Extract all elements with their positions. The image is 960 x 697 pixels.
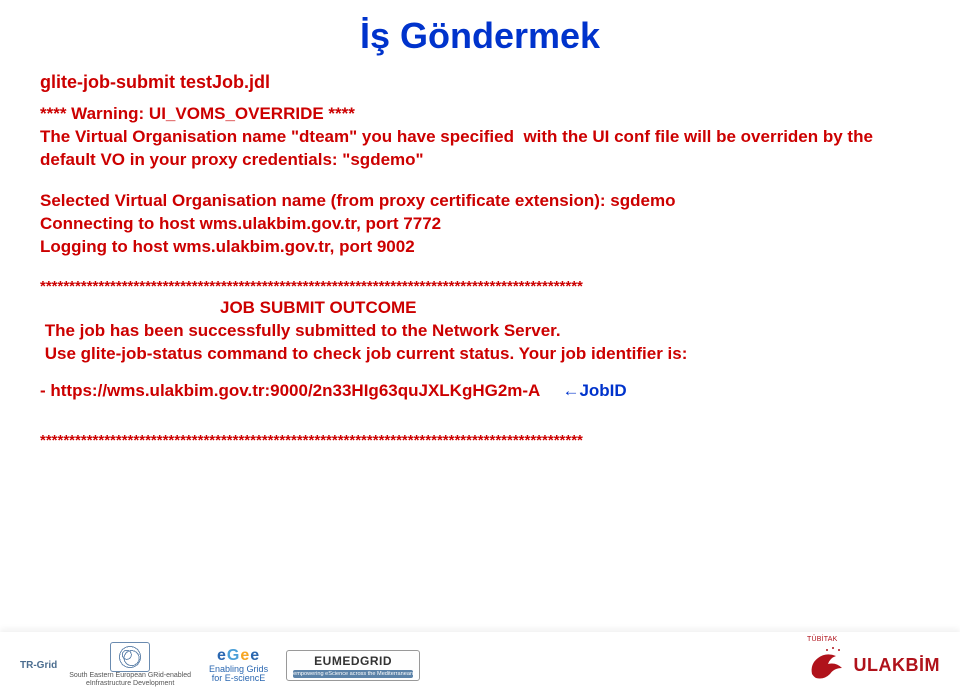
footer: TR-Grid South Eastern European GRid-enab… [0, 632, 960, 697]
egee-logo: eGee Enabling Grids for E-sciencE [209, 647, 268, 683]
ulakbim-logo: TÜBİTAK [806, 644, 848, 686]
ulakbim-name: ULAKBİM [854, 655, 941, 676]
warning-block: **** Warning: UI_VOMS_OVERRIDE **** The … [40, 103, 920, 172]
eumed-tagline: empowering eScience across the Mediterra… [293, 670, 413, 678]
slide-title: İş Göndermek [40, 15, 920, 57]
jobid-annotation: ←JobID [562, 381, 626, 400]
separator-bottom: ****************************************… [40, 431, 920, 451]
outcome-block: ****************************************… [40, 277, 920, 451]
jobid-url: - https://wms.ulakbim.gov.tr:9000/2n33HI… [40, 381, 540, 400]
egee-sub2: for E-sciencE [212, 674, 266, 683]
egee-name: eGee [217, 647, 260, 665]
connect-block: Selected Virtual Organisation name (from… [40, 190, 920, 259]
ulakbim-top: TÜBİTAK [807, 636, 837, 643]
eumedgrid-logo: EUMEDGRID empowering eScience across the… [286, 650, 420, 681]
see-grid-sub2: eInfrastructure Development [86, 680, 174, 688]
jobid-line: - https://wms.ulakbim.gov.tr:9000/2n33HI… [40, 380, 920, 403]
footer-left: TR-Grid South Eastern European GRid-enab… [20, 642, 420, 687]
swirl-icon [110, 642, 150, 672]
see-grid-logo: South Eastern European GRid-enabled eInf… [69, 642, 191, 687]
command-line: glite-job-submit testJob.jdl [40, 72, 920, 93]
separator-top: ****************************************… [40, 277, 920, 297]
bird-icon [806, 644, 848, 686]
see-grid-sub1: South Eastern European GRid-enabled [69, 672, 191, 680]
tr-grid-label: TR-Grid [20, 660, 57, 671]
outcome-body: The job has been successfully submitted … [40, 320, 920, 366]
eumed-name: EUMEDGRID [314, 654, 392, 668]
footer-right: TÜBİTAK ULAKBİM [806, 644, 941, 686]
slide: İş Göndermek glite-job-submit testJob.jd… [0, 0, 960, 697]
outcome-label: JOB SUBMIT OUTCOME [40, 297, 920, 320]
